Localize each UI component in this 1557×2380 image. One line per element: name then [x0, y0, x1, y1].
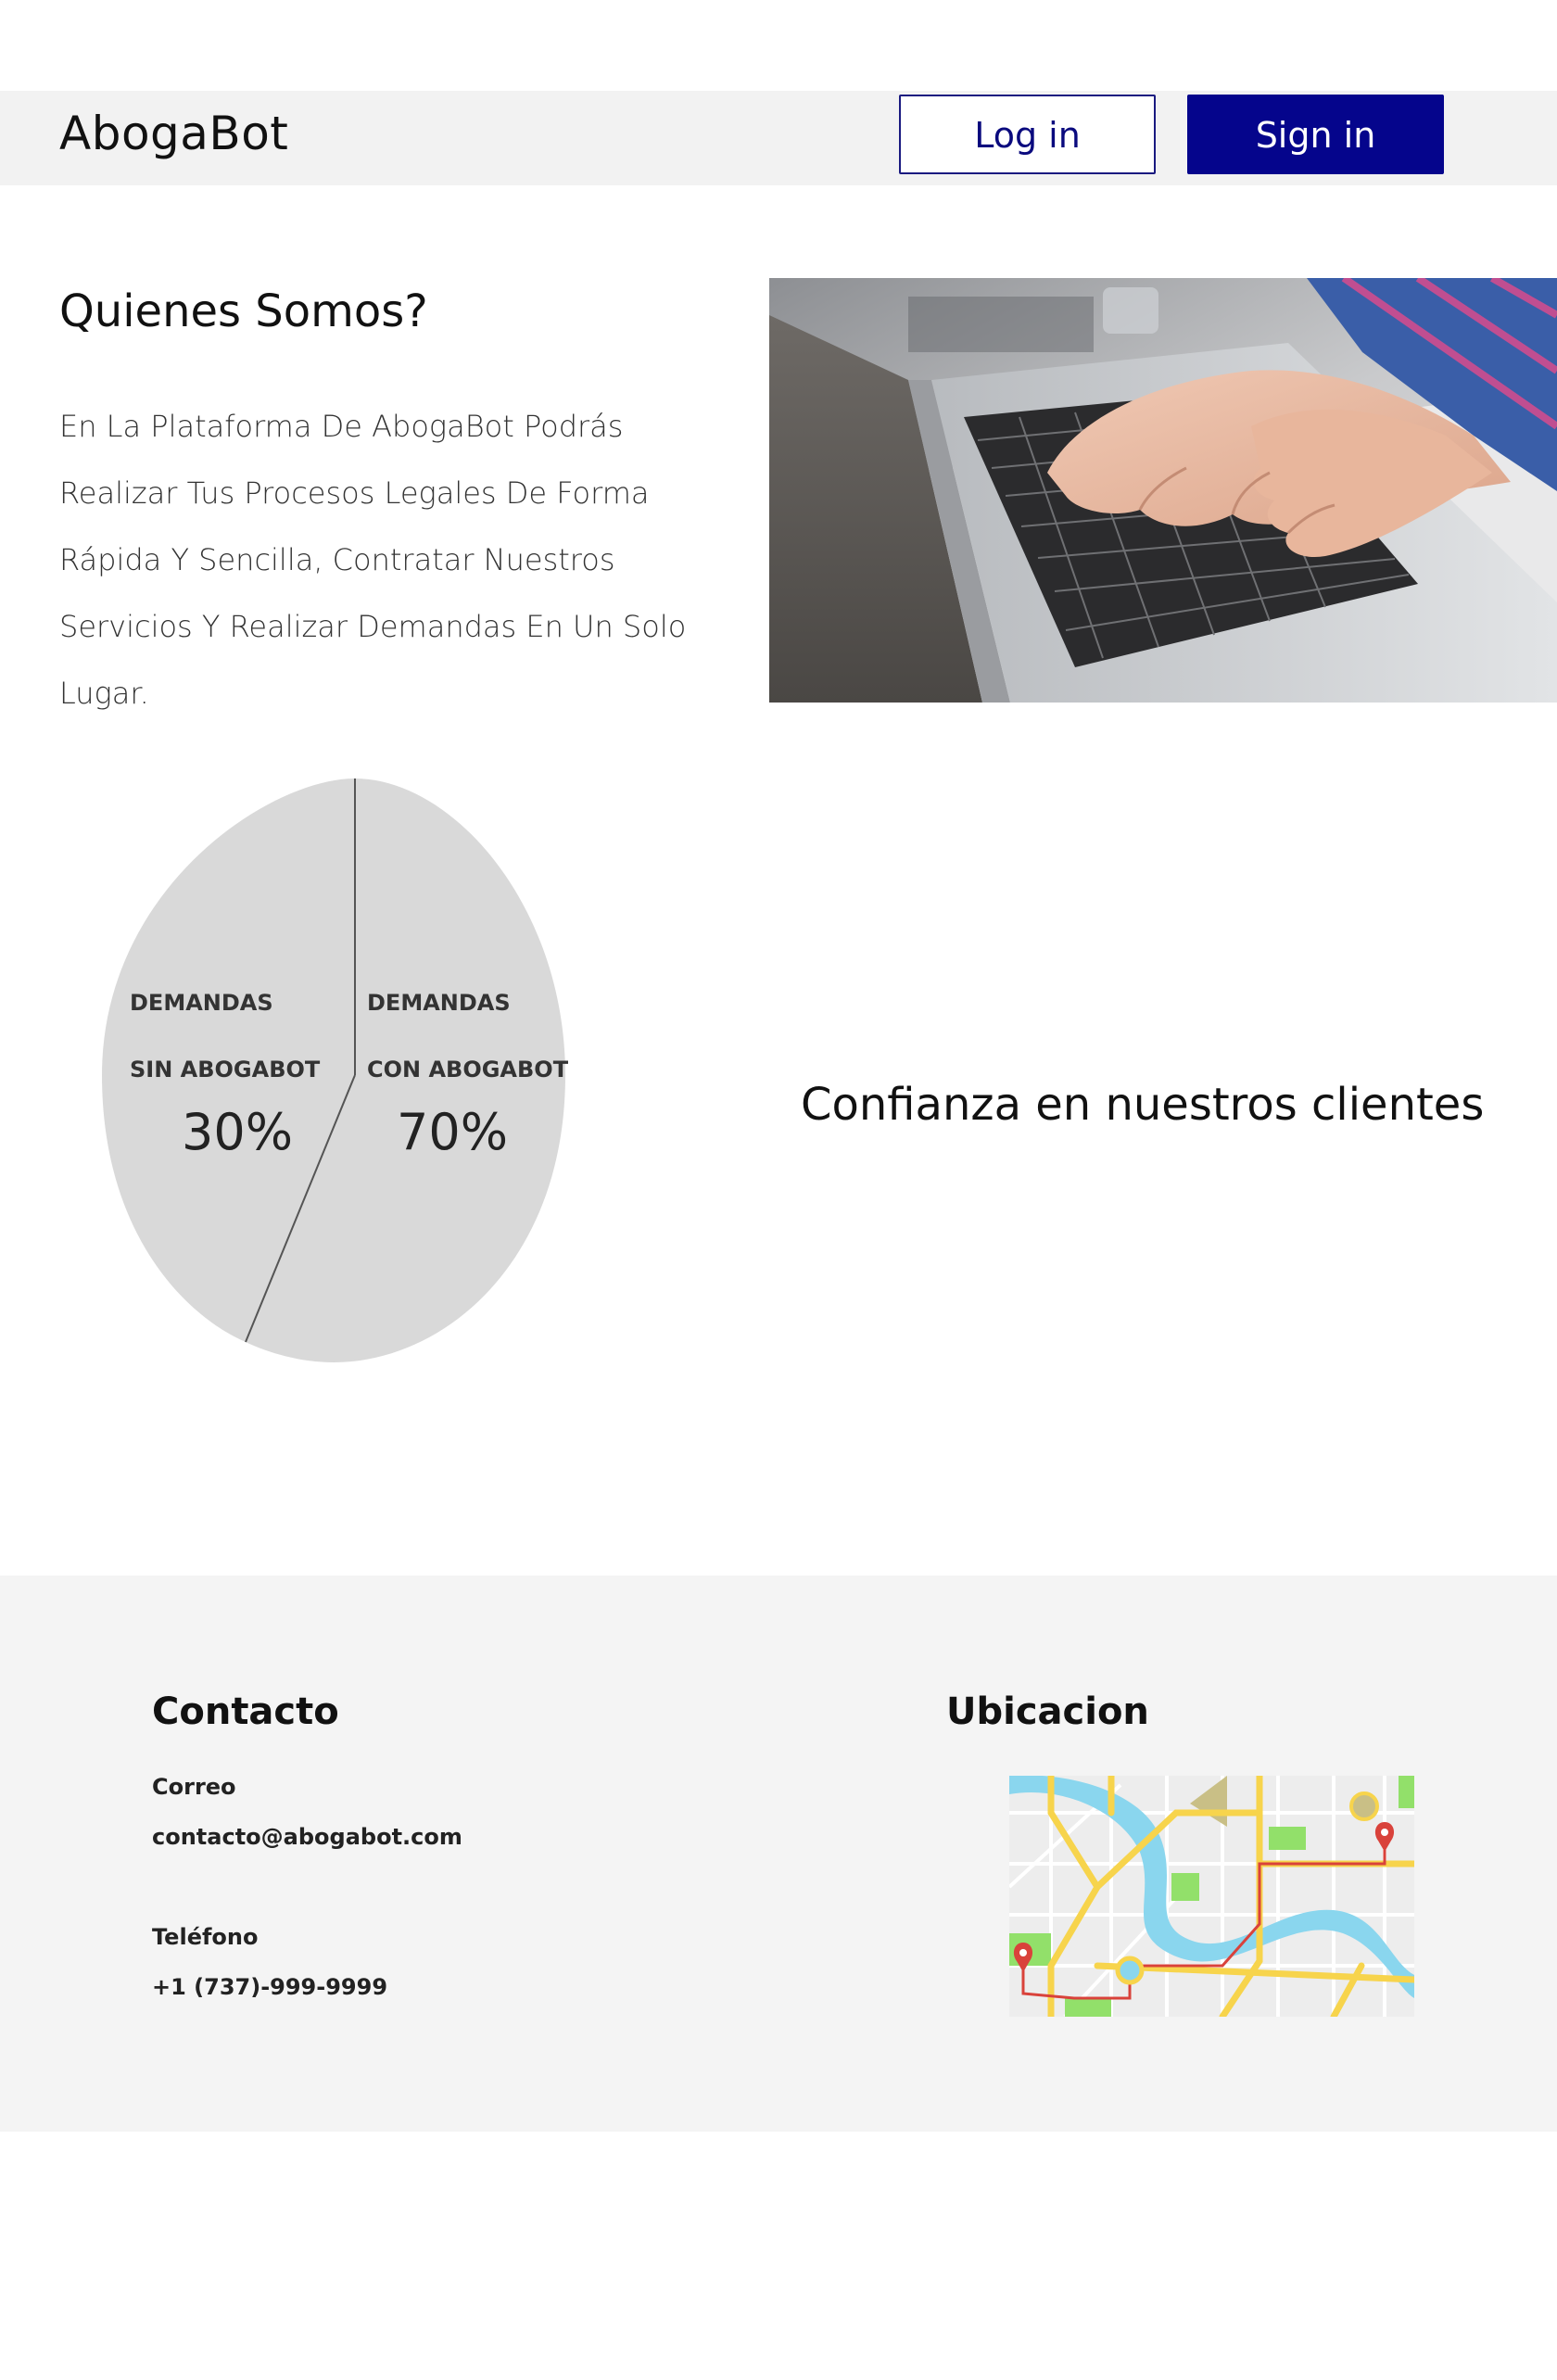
hero-laptop-photo — [769, 278, 1557, 703]
top-navbar: AbogaBot Log in Sign in — [0, 91, 1557, 185]
location-map[interactable] — [1009, 1776, 1414, 2017]
footer: Contacto Correo contacto@abogabot.com Te… — [0, 1576, 1557, 2132]
pie-left-label-line2: SIN ABOGABOT — [130, 1057, 321, 1082]
email-value[interactable]: contacto@abogabot.com — [152, 1823, 462, 1851]
pie-right-label-line1: DEMANDAS — [367, 990, 511, 1016]
phone-label: Teléfono — [152, 1924, 259, 1950]
pie-left-label-line1: DEMANDAS — [130, 990, 273, 1016]
demandas-pie-chart: DEMANDAS SIN ABOGABOT 30% DEMANDAS CON A… — [102, 779, 569, 1362]
pie-right-label-line2: CON ABOGABOT — [367, 1057, 569, 1082]
email-label: Correo — [152, 1774, 236, 1800]
about-description: En La Plataforma De AbogaBot Podrás Real… — [59, 409, 687, 711]
login-button[interactable]: Log in — [899, 95, 1156, 174]
phone-value[interactable]: +1 (737)-999-9999 — [152, 1973, 387, 2001]
pie-right-percent: 70% — [397, 1103, 509, 1161]
brand-logo[interactable]: AbogaBot — [59, 106, 288, 161]
about-title: Quienes Somos? — [59, 285, 428, 337]
contact-title: Contacto — [152, 1690, 339, 1733]
signin-button[interactable]: Sign in — [1187, 95, 1444, 174]
trust-heading: Confianza en nuestros clientes — [801, 1079, 1485, 1131]
pie-left-percent: 30% — [182, 1103, 294, 1161]
location-title: Ubicacion — [946, 1690, 1149, 1733]
